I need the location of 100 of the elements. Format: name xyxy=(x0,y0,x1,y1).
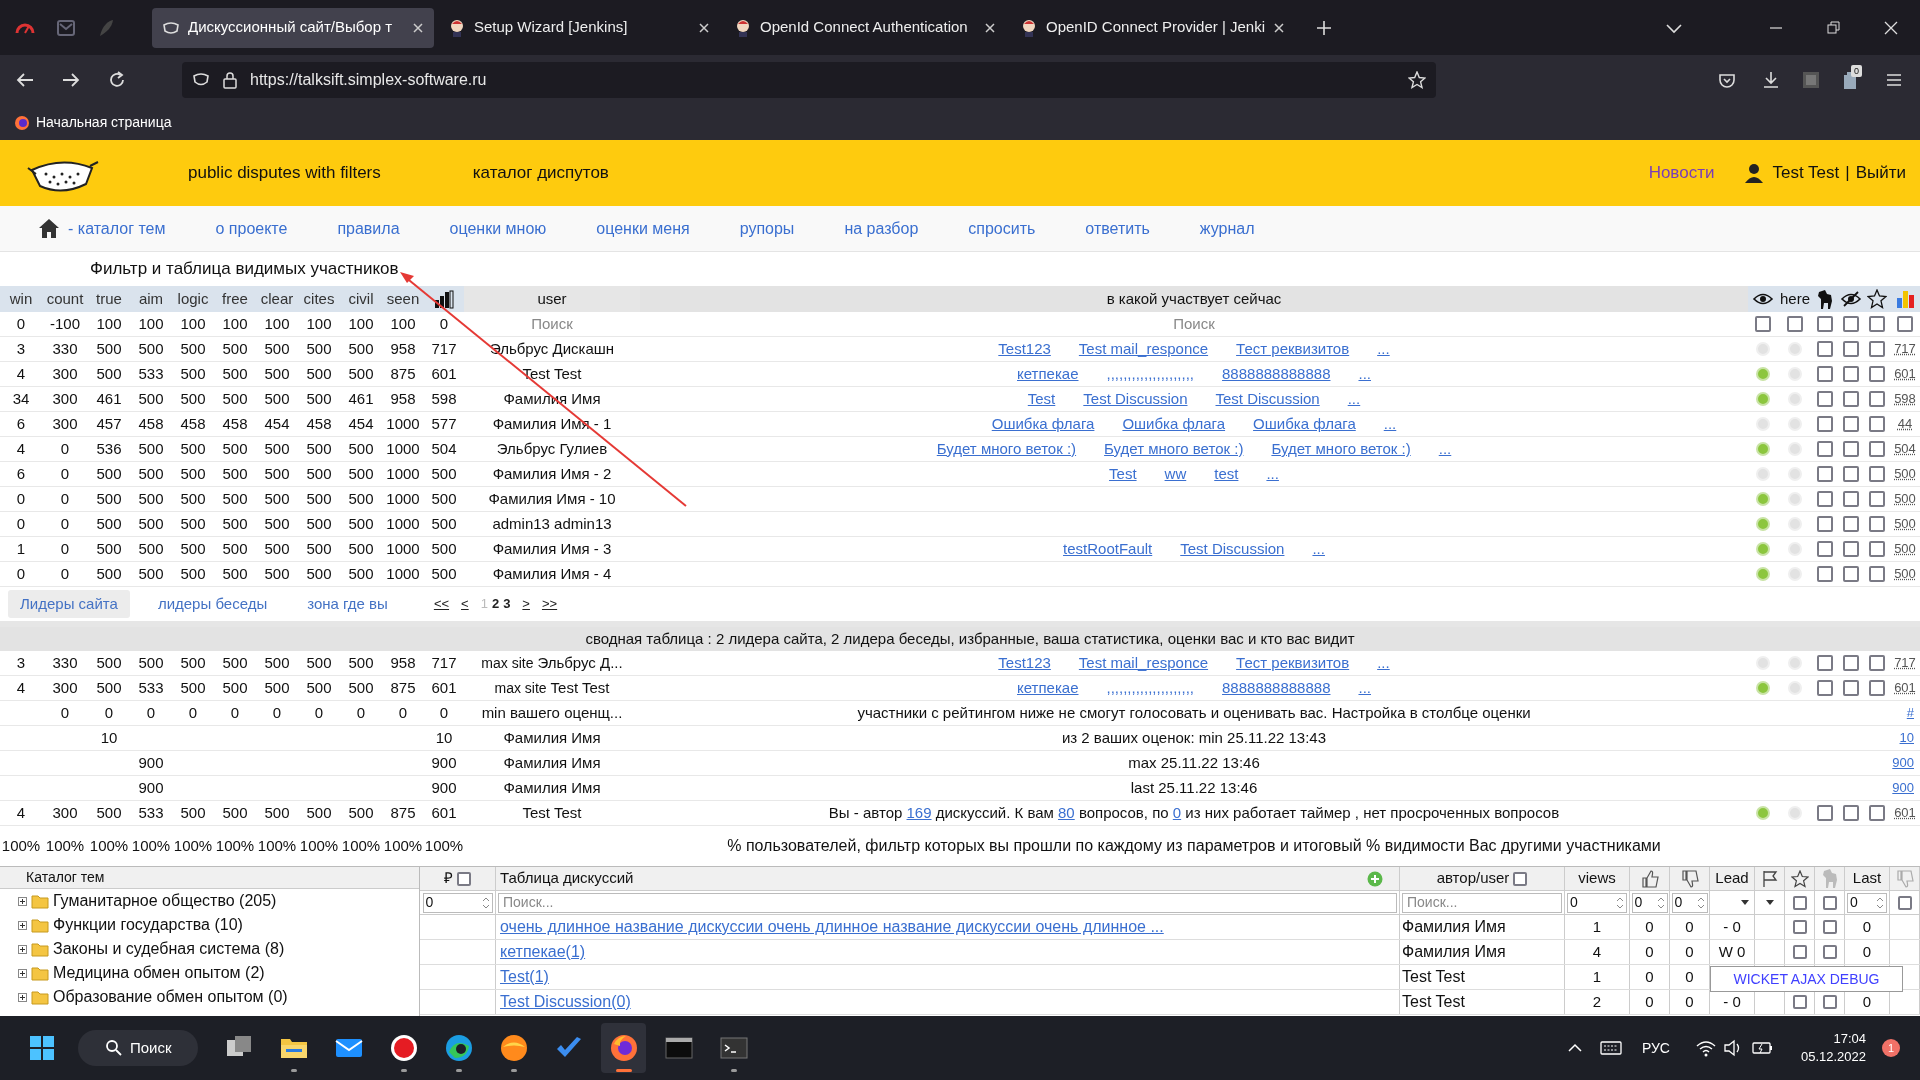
column-header[interactable]: Last xyxy=(1852,867,1882,890)
checkbox[interactable] xyxy=(1817,805,1833,821)
discussion-link[interactable]: 8888888888888 xyxy=(1222,676,1331,700)
star-outline-icon[interactable] xyxy=(1790,869,1809,888)
language-indicator[interactable]: РУС xyxy=(1641,1037,1670,1059)
discussion-link[interactable]: Test Discussion xyxy=(1215,387,1320,411)
number-spinner[interactable]: 0 xyxy=(1671,892,1708,913)
column-header[interactable]: Lead xyxy=(1715,867,1749,890)
discussion-link[interactable]: Ошибка флага xyxy=(991,412,1095,436)
browser-tab[interactable]: OpenId Connect Authentication xyxy=(724,7,1006,48)
checkbox[interactable] xyxy=(1817,680,1833,696)
expand-icon[interactable] xyxy=(18,944,27,954)
address-bar[interactable]: https://talksift.simplex-software.ru xyxy=(182,62,1436,98)
checkbox[interactable] xyxy=(1792,995,1807,1009)
discussion-link[interactable]: Test Discussion xyxy=(1180,537,1285,561)
add-icon[interactable] xyxy=(1367,870,1383,887)
score-link[interactable]: 500 xyxy=(1894,514,1916,534)
checkbox[interactable] xyxy=(1843,655,1859,671)
expand-icon[interactable] xyxy=(18,992,27,1002)
checkbox[interactable] xyxy=(1869,805,1885,821)
score-link[interactable]: 900 xyxy=(1892,778,1914,798)
score-link[interactable]: 44 xyxy=(1897,414,1913,434)
checkbox[interactable] xyxy=(1843,805,1859,821)
checkbox[interactable] xyxy=(1817,441,1833,457)
menu-link[interactable]: о проекте xyxy=(215,216,288,241)
discussion-link[interactable]: Test(1) xyxy=(496,965,549,989)
checkbox[interactable] xyxy=(1869,316,1885,332)
discussion-link[interactable]: Test123 xyxy=(998,337,1051,361)
discussion-link[interactable]: 8888888888888 xyxy=(1222,362,1331,386)
star-outline-icon[interactable] xyxy=(1867,289,1887,309)
checkbox[interactable] xyxy=(1817,366,1833,382)
score-link[interactable]: 500 xyxy=(1894,464,1916,484)
checkbox[interactable] xyxy=(1869,541,1885,557)
page-link[interactable]: 2 xyxy=(491,594,500,614)
expand-icon[interactable] xyxy=(18,920,27,930)
column-header[interactable]: в какой участвует сейчас xyxy=(1106,287,1282,311)
discussion-link[interactable]: кетпекае(1) xyxy=(496,940,586,964)
checkbox[interactable] xyxy=(1792,895,1807,910)
discussion-link[interactable]: Test xyxy=(1027,387,1056,411)
checkbox[interactable] xyxy=(1843,466,1859,482)
menu-link[interactable]: на разбор xyxy=(844,216,919,241)
checkbox[interactable] xyxy=(1817,541,1833,557)
home-icon[interactable] xyxy=(38,218,60,239)
news-link[interactable]: Новости xyxy=(1648,160,1715,186)
discussion-link[interactable]: Test mail_responce xyxy=(1078,651,1209,675)
checkbox[interactable] xyxy=(1513,871,1528,886)
pocket-icon[interactable] xyxy=(1718,72,1736,88)
score-link[interactable]: 598 xyxy=(1894,389,1916,409)
checkbox[interactable] xyxy=(1869,566,1885,582)
discussion-link[interactable]: test xyxy=(1214,462,1239,486)
speaker-icon[interactable] xyxy=(1723,1039,1742,1057)
score-link[interactable]: 504 xyxy=(1894,439,1916,459)
discussion-link[interactable]: ... xyxy=(1377,651,1390,675)
close-icon[interactable] xyxy=(984,21,996,34)
debug-button[interactable]: WICKET AJAX DEBUG xyxy=(1710,966,1903,992)
checkbox[interactable] xyxy=(1817,466,1833,482)
battery-icon[interactable] xyxy=(1751,1040,1773,1056)
bookmark[interactable]: Начальная страница xyxy=(14,112,172,133)
bar-chart-icon[interactable] xyxy=(1895,290,1915,308)
checkbox[interactable] xyxy=(1897,895,1912,910)
checkbox[interactable] xyxy=(1869,516,1885,532)
menu-link[interactable]: спросить xyxy=(968,216,1036,241)
download-icon[interactable] xyxy=(1762,71,1780,89)
checkbox[interactable] xyxy=(1869,391,1885,407)
score-link[interactable]: 601 xyxy=(1894,678,1916,698)
pager-tab[interactable]: зона где вы xyxy=(295,589,400,619)
column-header[interactable]: aim xyxy=(138,287,164,311)
pager-tab[interactable]: лидеры беседы xyxy=(145,589,280,619)
browser-tab[interactable]: Дискуссионный сайт/Выбор т xyxy=(152,7,434,48)
checkbox[interactable] xyxy=(1869,366,1885,382)
number-spinner[interactable]: 0 xyxy=(422,892,493,913)
checkbox[interactable] xyxy=(1792,920,1807,934)
checkbox[interactable] xyxy=(1817,341,1833,357)
column-header[interactable]: seen xyxy=(386,287,420,311)
menu-link[interactable]: правила xyxy=(337,216,400,241)
chevron-up-icon[interactable] xyxy=(1567,1042,1582,1054)
column-header[interactable]: win xyxy=(9,287,33,311)
checkbox[interactable] xyxy=(1817,491,1833,507)
checkbox[interactable] xyxy=(1817,316,1833,332)
clock-time[interactable]: 17:04 xyxy=(1833,1030,1866,1048)
checkbox[interactable] xyxy=(1869,491,1885,507)
number-spinner[interactable]: 0 xyxy=(1847,892,1887,913)
checkbox[interactable] xyxy=(1817,655,1833,671)
discussion-link[interactable]: ... xyxy=(1438,437,1452,461)
checkbox[interactable] xyxy=(1792,945,1807,959)
tree-item[interactable]: Гуманитарное общество (205) xyxy=(0,889,419,913)
discussion-link[interactable]: Test123 xyxy=(998,651,1051,675)
checkbox[interactable] xyxy=(1869,416,1885,432)
dropdown-caret-icon[interactable] xyxy=(1764,899,1775,906)
checkbox[interactable] xyxy=(1843,341,1859,357)
clock-date[interactable]: 05.12.2022 xyxy=(1800,1048,1866,1066)
discussion-link[interactable]: Ошибка флага xyxy=(1122,412,1226,436)
column-header[interactable]: автор/user xyxy=(1436,867,1510,890)
column-header[interactable]: clear xyxy=(260,287,294,311)
menu-link[interactable]: ответить xyxy=(1085,216,1150,241)
score-link[interactable]: 10 xyxy=(1899,728,1914,748)
checkbox[interactable] xyxy=(1843,391,1859,407)
back-icon[interactable] xyxy=(16,71,34,89)
column-header[interactable]: Таблица дискуссий xyxy=(496,867,1367,890)
next-page-link[interactable]: > xyxy=(522,594,530,614)
